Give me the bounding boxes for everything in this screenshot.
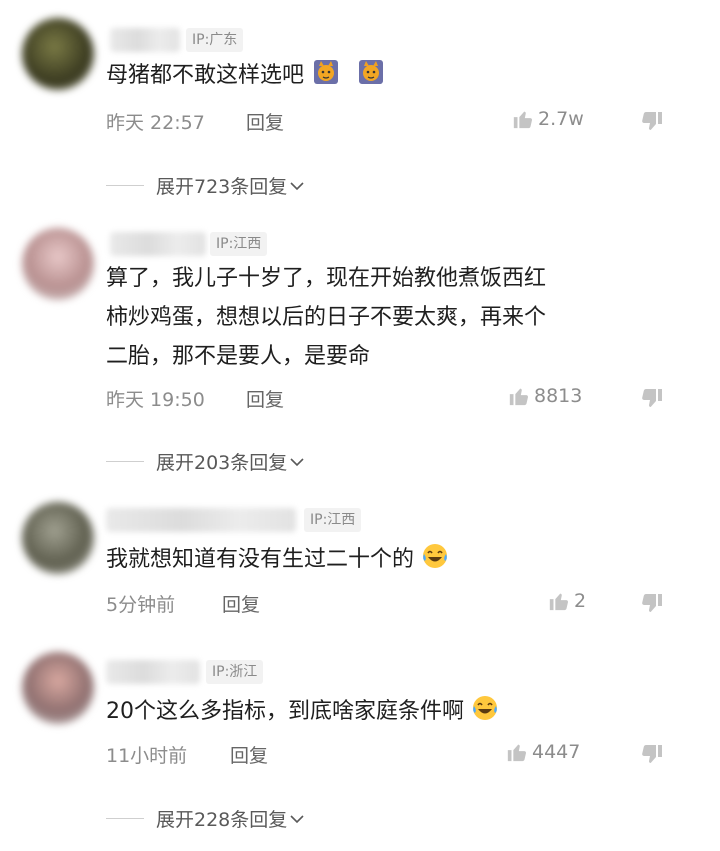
like-button[interactable]: 2.7w xyxy=(512,108,584,130)
like-button[interactable]: 8813 xyxy=(508,385,582,407)
avatar[interactable] xyxy=(22,228,94,300)
comment-text-line: 二胎，那不是要人，是要命 xyxy=(106,344,371,369)
reply-button[interactable]: 回复 xyxy=(230,741,268,768)
expand-replies-label: 展开228条回复 xyxy=(156,809,288,831)
thumbs-up-icon xyxy=(549,593,569,611)
username[interactable] xyxy=(110,232,206,256)
like-count: 2 xyxy=(574,590,587,612)
comment-time: 11小时前 xyxy=(106,745,188,767)
expand-replies-button[interactable]: 展开203条回复 xyxy=(106,448,305,475)
comment-text: 母猪都不敢这样选吧 xyxy=(106,56,666,95)
username[interactable] xyxy=(110,28,180,52)
avatar[interactable] xyxy=(22,18,94,90)
avatar[interactable] xyxy=(22,502,94,574)
like-button[interactable]: 4447 xyxy=(506,741,580,763)
laughing-tears-emoji-icon xyxy=(473,696,497,720)
username[interactable] xyxy=(106,660,200,684)
avatar[interactable] xyxy=(22,652,94,724)
cat-emoji-icon xyxy=(359,60,384,84)
comment-text-body: 20个这么多指标，到底啥家庭条件啊 xyxy=(106,699,464,724)
chevron-down-icon xyxy=(290,181,304,190)
thumbs-down-icon[interactable] xyxy=(640,743,664,767)
thumbs-down-icon[interactable] xyxy=(640,387,664,411)
reply-button[interactable]: 回复 xyxy=(246,385,284,412)
comment-text-body: 我就想知道有没有生过二十个的 xyxy=(106,547,415,572)
thumbs-up-icon xyxy=(513,111,533,129)
thumbs-up-icon xyxy=(509,388,529,406)
reply-button[interactable]: 回复 xyxy=(222,590,260,617)
chevron-down-icon xyxy=(290,457,304,466)
comment-time: 昨天 22:57 xyxy=(106,112,205,134)
comment-text-line: 柿炒鸡蛋，想想以后的日子不要太爽，再来个 xyxy=(106,305,547,330)
comment-text: 算了，我儿子十岁了，现在开始教他煮饭西红 柿炒鸡蛋，想想以后的日子不要太爽，再来… xyxy=(106,259,666,376)
divider xyxy=(106,185,144,186)
laughing-tears-emoji-icon xyxy=(423,544,448,568)
comment-time: 昨天 19:50 xyxy=(106,389,205,411)
divider xyxy=(106,461,144,462)
expand-replies-label: 展开723条回复 xyxy=(156,176,288,198)
ip-location-badge: IP:浙江 xyxy=(206,660,264,684)
thumbs-down-icon[interactable] xyxy=(640,110,664,134)
chevron-down-icon xyxy=(290,814,304,823)
expand-replies-button[interactable]: 展开723条回复 xyxy=(106,172,305,199)
comment-text-body: 母猪都不敢这样选吧 xyxy=(106,63,305,88)
comment-text-line: 算了，我儿子十岁了，现在开始教他煮饭西红 xyxy=(106,266,547,291)
username[interactable] xyxy=(106,508,296,532)
like-button[interactable]: 2 xyxy=(548,590,586,612)
expand-replies-button[interactable]: 展开228条回复 xyxy=(106,805,305,832)
thumbs-down-icon[interactable] xyxy=(640,592,664,616)
ip-location-badge: IP:江西 xyxy=(304,508,362,532)
like-count: 2.7w xyxy=(538,108,584,130)
reply-button[interactable]: 回复 xyxy=(246,108,284,135)
ip-location-badge: IP:广东 xyxy=(186,28,244,52)
divider xyxy=(106,818,144,819)
cat-emoji-icon xyxy=(314,60,339,84)
thumbs-up-icon xyxy=(507,744,527,762)
expand-replies-label: 展开203条回复 xyxy=(156,452,288,474)
ip-location-badge: IP:江西 xyxy=(210,232,268,256)
comment-text: 20个这么多指标，到底啥家庭条件啊 xyxy=(106,692,666,731)
comment-time: 5分钟前 xyxy=(106,594,176,616)
comment-text: 我就想知道有没有生过二十个的 xyxy=(106,540,666,579)
like-count: 4447 xyxy=(532,741,581,763)
like-count: 8813 xyxy=(534,385,583,407)
